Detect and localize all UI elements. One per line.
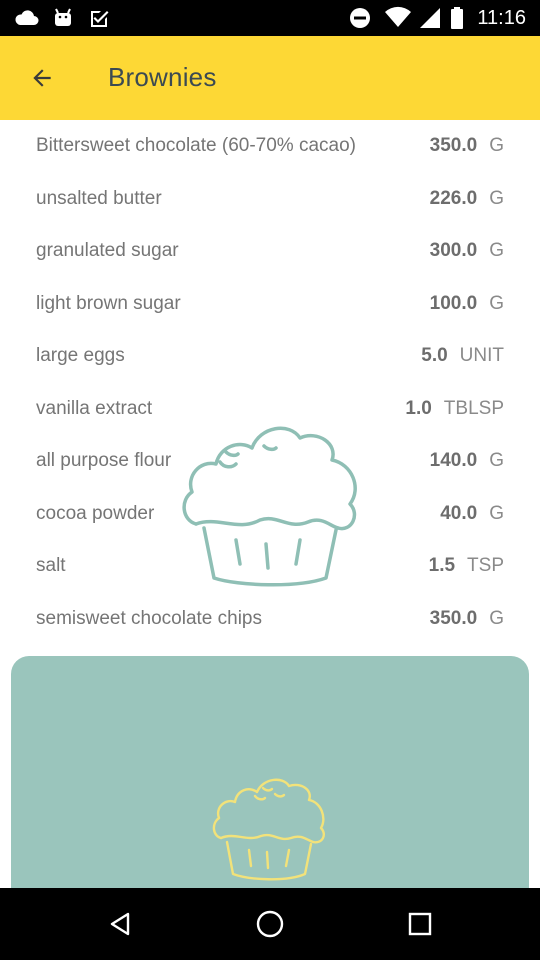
ingredient-amount: 1.0	[405, 397, 432, 419]
ingredient-quantity: 1.0 TBLSP	[405, 398, 504, 420]
ingredient-row: light brown sugar 100.0 G	[0, 278, 540, 331]
ingredient-unit: G	[489, 607, 504, 629]
arrow-back-icon	[33, 69, 51, 87]
ingredient-name: vanilla extract	[36, 397, 153, 419]
ingredient-quantity: 226.0 G	[430, 188, 504, 210]
page-title: Brownies	[108, 62, 217, 92]
do-not-disturb-icon	[350, 8, 370, 28]
ingredient-quantity: 100.0 G	[430, 293, 504, 315]
muffin-icon	[212, 778, 325, 881]
ingredient-row: Bittersweet chocolate (60-70% cacao) 350…	[0, 120, 540, 173]
status-time: 11:16	[477, 7, 526, 29]
ingredient-row: semisweet chocolate chips 350.0 G	[0, 593, 540, 646]
ingredient-amount: 350.0	[429, 607, 478, 629]
ingredient-row: granulated sugar 300.0 G	[0, 225, 540, 278]
ingredient-list: Bittersweet chocolate (60-70% cacao) 350…	[0, 120, 540, 645]
ingredient-row: vanilla extract 1.0 TBLSP	[0, 383, 540, 436]
ingredient-name: cocoa powder	[36, 502, 155, 524]
app-bar: Brownies	[0, 36, 540, 120]
ingredient-unit: TSP	[467, 555, 504, 576]
ingredient-unit: TBLSP	[443, 397, 504, 419]
ingredient-amount: 1.5	[428, 555, 456, 576]
back-triangle-icon	[110, 912, 130, 936]
home-circle-icon	[256, 910, 284, 938]
ingredient-unit: G	[489, 135, 504, 156]
ingredient-row: all purpose flour 140.0 G	[0, 435, 540, 488]
system-nav-bar	[0, 888, 540, 960]
ingredient-name: semisweet chocolate chips	[36, 607, 262, 629]
ingredient-amount: 350.0	[429, 135, 478, 156]
wifi-icon	[385, 6, 411, 27]
ingredient-name: Bittersweet chocolate (60-70% cacao)	[36, 135, 356, 156]
nav-back-button[interactable]	[96, 900, 144, 948]
checkbox-icon	[91, 11, 109, 27]
cloud-icon	[15, 10, 39, 25]
signal-icon	[420, 8, 440, 28]
status-bar: 11:16	[0, 0, 540, 36]
ingredient-unit: G	[489, 502, 504, 524]
ingredient-row: unsalted butter 226.0 G	[0, 173, 540, 226]
battery-icon	[451, 7, 463, 29]
ingredient-amount: 140.0	[429, 450, 478, 471]
ingredient-quantity: 5.0 UNIT	[421, 345, 504, 367]
nav-recents-button[interactable]	[396, 900, 444, 948]
ingredient-quantity: 350.0 G	[430, 608, 504, 630]
android-icon	[55, 8, 71, 26]
ingredient-unit: UNIT	[459, 345, 504, 366]
ingredient-unit: G	[489, 450, 504, 471]
ingredient-amount: 40.0	[440, 502, 478, 524]
ingredient-name: granulated sugar	[36, 240, 179, 261]
ingredient-unit: G	[489, 187, 504, 209]
ingredient-amount: 300.0	[429, 240, 478, 261]
ingredient-quantity: 300.0 G	[430, 240, 504, 262]
ingredient-name: light brown sugar	[36, 292, 181, 314]
ingredient-name: salt	[36, 555, 66, 576]
recipe-image-card	[11, 656, 529, 906]
ingredient-name: unsalted butter	[36, 187, 162, 209]
ingredient-quantity: 1.5 TSP	[429, 555, 504, 577]
ingredient-amount: 226.0	[429, 187, 478, 209]
ingredient-quantity: 40.0 G	[440, 503, 504, 525]
ingredient-row: salt 1.5 TSP	[0, 540, 540, 593]
ingredient-quantity: 140.0 G	[430, 450, 504, 472]
ingredient-row: large eggs 5.0 UNIT	[0, 330, 540, 383]
back-button[interactable]	[18, 54, 66, 102]
recents-square-icon	[408, 912, 432, 936]
ingredient-amount: 5.0	[421, 345, 448, 366]
ingredient-quantity: 350.0 G	[430, 135, 504, 157]
ingredient-name: large eggs	[36, 345, 125, 366]
ingredient-row: cocoa powder 40.0 G	[0, 488, 540, 541]
nav-home-button[interactable]	[246, 900, 294, 948]
ingredient-unit: G	[489, 240, 504, 261]
ingredient-unit: G	[489, 292, 504, 314]
ingredient-name: all purpose flour	[36, 450, 172, 471]
ingredient-amount: 100.0	[429, 292, 478, 314]
